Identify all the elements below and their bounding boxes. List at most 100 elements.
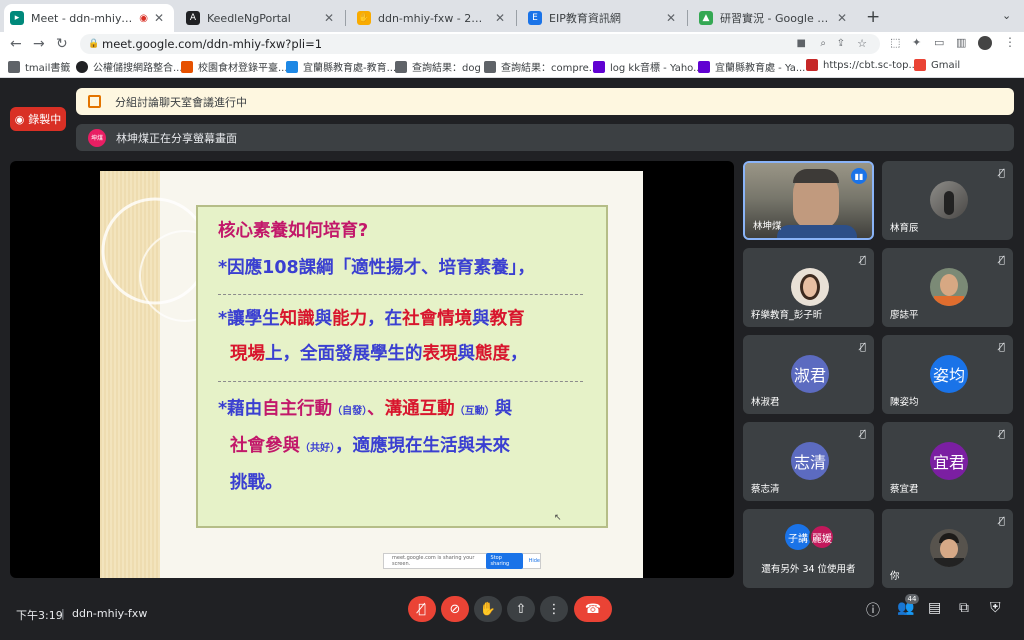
participant-tile[interactable]: ▮▮ 林坤煤 bbox=[743, 161, 874, 240]
bookmark-item[interactable]: 公權儲搜網路整合... bbox=[76, 59, 183, 74]
avatar-face bbox=[940, 274, 958, 296]
close-tab-icon[interactable]: ✕ bbox=[495, 11, 505, 25]
dashed-divider bbox=[218, 294, 583, 295]
close-tab-icon[interactable]: ✕ bbox=[666, 11, 676, 25]
reload-icon[interactable]: ↻ bbox=[56, 34, 68, 54]
bookmark-item[interactable]: https://cbt.sc-top.... bbox=[806, 59, 921, 71]
participant-name: 林淑君 bbox=[751, 397, 780, 408]
close-tab-icon[interactable]: ✕ bbox=[324, 11, 334, 25]
tab-title: 研習實況 - Google 雲端硬碟 bbox=[720, 12, 831, 25]
tab-meet[interactable]: ▸ Meet - ddn-mhiy-fxw ◉ ✕ bbox=[4, 4, 174, 32]
tab-drive[interactable]: ▲ 研習實況 - Google 雲端硬碟 ✕ bbox=[689, 4, 857, 32]
self-tile[interactable]: 🎙̸ 你 bbox=[882, 509, 1013, 588]
avatar-shirt bbox=[934, 558, 964, 567]
people-count-badge: 44 bbox=[905, 594, 919, 604]
tab-eip[interactable]: E EIP教育資訊網 ✕ bbox=[518, 4, 686, 32]
participant-hair bbox=[793, 169, 839, 183]
camera-off-icon: ⊘ bbox=[449, 601, 461, 617]
side-panel-icon[interactable]: ▥ bbox=[956, 36, 966, 49]
participant-tile[interactable]: 🎙̸ 志清 蔡志清 bbox=[743, 422, 874, 501]
stop-sharing-button[interactable]: Stop sharing bbox=[485, 553, 523, 569]
tab-ddn-recording[interactable]: ✋ ddn-mhiy-fxw - 2022年4月30日 ✕ bbox=[347, 4, 515, 32]
microphone-off-icon: 🎙̸ bbox=[998, 342, 1005, 353]
tab-keedle[interactable]: A KeedleNgPortal ✕ bbox=[176, 4, 344, 32]
participant-tile[interactable]: 🎙̸ 廖誌平 bbox=[882, 248, 1013, 327]
participant-tile[interactable]: 🎙̸ 宜君 蔡宜君 bbox=[882, 422, 1013, 501]
bookmark-item[interactable]: 宜蘭縣教育處 - Ya... bbox=[698, 59, 805, 74]
more-vert-icon: ⋮ bbox=[547, 601, 561, 617]
participant-tile[interactable]: 🎙̸ 林育辰 bbox=[882, 161, 1013, 240]
participant-name: 林坤煤 bbox=[753, 221, 782, 232]
close-tab-icon[interactable]: ✕ bbox=[837, 11, 847, 25]
tab-search-chevron-icon[interactable]: ⌄ bbox=[1002, 9, 1011, 22]
close-tab-icon[interactable]: ✕ bbox=[154, 11, 164, 25]
slide-content-box: 核心素養如何培育? *因應108課綱「適性揚才、培育素養」， *讓學生知識與能力… bbox=[196, 205, 608, 528]
eip-icon: E bbox=[528, 11, 542, 25]
microphone-toggle-button[interactable]: 🎙̸ bbox=[408, 596, 436, 622]
browser-toolbar: ← → ↻ 🔒 meet.google.com/ddn-mhiy-fxw?pli… bbox=[0, 32, 1024, 56]
participant-tile[interactable]: 🎙̸ 姿均 陳姿均 bbox=[882, 335, 1013, 414]
google-drive-icon: ▲ bbox=[699, 11, 713, 25]
bookmark-item[interactable]: log kk音標 - Yaho... bbox=[593, 59, 703, 74]
zoom-icon[interactable]: ⌕ bbox=[820, 34, 826, 54]
meeting-controls-bar: 下午3:19 | ddn-mhiy-fxw 🎙̸ ⊘ ✋ ⇧ ⋮ ☎ ⓘ 👥 4… bbox=[0, 594, 1024, 632]
participant-tile[interactable]: 🎙̸ 淑君 林淑君 bbox=[743, 335, 874, 414]
host-controls-icon[interactable]: ⛨ bbox=[990, 600, 1001, 616]
microphone-off-icon: 🎙̸ bbox=[859, 429, 866, 440]
recording-indicator[interactable]: ◉ 錄製中 bbox=[10, 107, 66, 131]
puzzle-icon[interactable]: ✦ bbox=[912, 36, 921, 49]
more-options-button[interactable]: ⋮ bbox=[540, 596, 568, 622]
breakout-banner-text: 分組討論聊天室會議進行中 bbox=[115, 95, 247, 109]
more-menu-icon[interactable]: ⋮ bbox=[1004, 35, 1016, 49]
bookmark-item[interactable]: tmail書籤 bbox=[8, 59, 70, 74]
participant-initials-avatar: 志清 bbox=[791, 442, 829, 480]
yahoo-icon bbox=[698, 60, 710, 73]
chat-icon[interactable]: ▤ bbox=[928, 600, 941, 616]
forward-arrow-icon[interactable]: → bbox=[33, 34, 45, 54]
others-tile[interactable]: 子講 麗媛 還有另外 34 位使用者 bbox=[743, 509, 874, 588]
presentation-stage: 核心素養如何培育? *因應108課綱「適性揚才、培育素養」， *讓學生知識與能力… bbox=[10, 161, 734, 578]
present-icon: ⇧ bbox=[515, 601, 527, 617]
activities-icon[interactable]: ⧉ bbox=[959, 600, 969, 616]
hang-up-icon: ☎ bbox=[584, 601, 602, 617]
camera-icon[interactable]: ■ bbox=[797, 34, 806, 54]
tab-title: Meet - ddn-mhiy-fxw bbox=[31, 11, 136, 25]
avatar-figure bbox=[944, 191, 954, 215]
tab-title: ddn-mhiy-fxw - 2022年4月30日 bbox=[378, 12, 489, 25]
back-arrow-icon[interactable]: ← bbox=[10, 34, 22, 54]
bookmark-item[interactable]: 宜蘭縣教育處-教育... bbox=[286, 59, 396, 74]
microphone-off-icon: 🎙̸ bbox=[998, 255, 1005, 266]
presenter-avatar: 坤煤 bbox=[88, 128, 106, 147]
microphone-off-icon: 🎙̸ bbox=[998, 429, 1005, 440]
hide-button[interactable]: Hide bbox=[529, 558, 540, 564]
bookmark-item[interactable]: 查詢結果：compre... bbox=[484, 59, 598, 74]
new-tab-button[interactable]: + bbox=[866, 7, 880, 27]
mouse-cursor-icon: ↖ bbox=[554, 513, 562, 523]
profile-avatar[interactable] bbox=[978, 36, 992, 50]
cast-icon[interactable]: ▭ bbox=[934, 36, 944, 49]
participant-avatar bbox=[930, 529, 968, 567]
share-icon[interactable]: ⇪ bbox=[837, 34, 845, 54]
participant-name: 廖誌平 bbox=[890, 310, 919, 321]
camera-toggle-button[interactable]: ⊘ bbox=[441, 596, 469, 622]
extension-icon[interactable]: ⬚ bbox=[890, 36, 900, 49]
bookmark-item[interactable]: 校園食材登錄平臺... bbox=[181, 59, 288, 74]
meeting-details-icon[interactable]: ⓘ bbox=[866, 600, 880, 620]
participant-initials-avatar: 子講 bbox=[785, 524, 811, 550]
tab-divider bbox=[687, 10, 688, 26]
bookmark-star-icon[interactable]: ☆ bbox=[857, 34, 867, 54]
others-count-label: 還有另外 34 位使用者 bbox=[761, 564, 856, 575]
recording-label: 錄製中 bbox=[28, 113, 62, 126]
bookmark-item[interactable]: Gmail bbox=[914, 59, 960, 71]
speaking-indicator-icon: ▮▮ bbox=[851, 168, 867, 184]
record-icon: ◉ bbox=[14, 112, 25, 126]
address-bar[interactable]: 🔒 meet.google.com/ddn-mhiy-fxw?pli=1 ■ ⌕… bbox=[80, 34, 880, 54]
bookmark-item[interactable]: 查詢結果：dog bbox=[395, 59, 481, 74]
hand-icon: ✋ bbox=[357, 11, 371, 25]
time-code-divider: | bbox=[61, 607, 65, 620]
raise-hand-button[interactable]: ✋ bbox=[474, 596, 502, 622]
present-screen-button[interactable]: ⇧ bbox=[507, 596, 535, 622]
participant-avatar bbox=[930, 181, 968, 219]
leave-call-button[interactable]: ☎ bbox=[574, 596, 612, 622]
participant-tile[interactable]: 🎙̸ 籽樂教育_彭子昕 bbox=[743, 248, 874, 327]
